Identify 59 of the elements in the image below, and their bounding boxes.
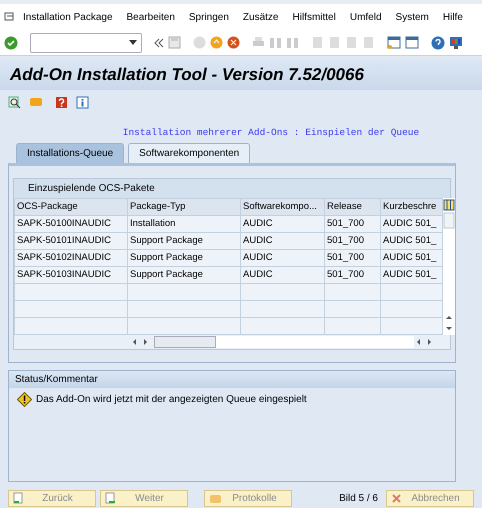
scroll-thumb[interactable] xyxy=(154,336,216,348)
column-header[interactable]: Softwarekompo... xyxy=(240,198,324,216)
status-message: Das Add-On wird jetzt mit der angezeigten Queue eingespielt xyxy=(36,393,307,408)
table-cell: SAPK-50100INAUDIC xyxy=(14,216,128,233)
help-book-icon[interactable] xyxy=(55,96,68,108)
tab[interactable]: Softwarekomponenten xyxy=(128,143,250,164)
subtitle: Installation mehrerer Add-Ons : Einspielen der Queue xyxy=(122,126,420,140)
warning-icon xyxy=(17,392,32,408)
table-cell: AUDIC 501_ xyxy=(380,232,442,250)
menu-item[interactable]: Hilfsmittel xyxy=(292,10,336,24)
table-cell: Installation xyxy=(128,216,240,233)
menu-item[interactable]: Umfeld xyxy=(350,10,382,24)
column-header[interactable]: Kurzbeschre xyxy=(380,198,442,216)
menu-item[interactable]: Hilfe xyxy=(442,10,463,24)
dropdown-icon[interactable] xyxy=(129,40,137,45)
help-icon[interactable] xyxy=(431,36,445,50)
table-cell: 501_700 xyxy=(324,266,380,284)
monitor-icon[interactable] xyxy=(449,36,463,50)
column-header[interactable]: Release xyxy=(324,198,380,216)
menu-item[interactable]: Zusätze xyxy=(242,10,278,24)
table-cell: Support Package xyxy=(128,266,240,284)
double-left-icon[interactable] xyxy=(154,38,164,48)
table-cell: 501_700 xyxy=(324,232,380,250)
info-icon[interactable] xyxy=(76,96,89,108)
table-cell: 501_700 xyxy=(324,250,380,267)
column-header[interactable]: Package-Typ xyxy=(128,198,240,216)
menu-icon[interactable] xyxy=(4,12,15,22)
search-icon[interactable] xyxy=(8,96,21,108)
enter-icon[interactable] xyxy=(4,36,18,50)
table-cell: AUDIC xyxy=(240,232,324,250)
table-cell: AUDIC 501_ xyxy=(380,266,442,284)
scroll-thumb[interactable] xyxy=(443,212,455,230)
table-cell: AUDIC xyxy=(240,250,324,267)
table-cell: SAPK-50101INAUDIC xyxy=(14,232,128,250)
table-cell: AUDIC 501_ xyxy=(380,216,442,233)
tab[interactable]: Installations-Queue xyxy=(16,143,124,164)
column-settings-icon[interactable] xyxy=(443,198,455,212)
step-indicator: Bild 5 / 6 xyxy=(339,492,378,506)
close-icon xyxy=(391,493,402,504)
table-cell: SAPK-50103INAUDIC xyxy=(14,266,128,284)
table-cell: AUDIC 501_ xyxy=(380,250,442,267)
table-cell: 501_700 xyxy=(324,216,380,233)
new-window-icon[interactable] xyxy=(387,36,401,49)
panel-title: Status/Kommentar xyxy=(9,371,455,388)
menu-item[interactable]: Installation Package xyxy=(23,10,113,24)
table-cell: AUDIC xyxy=(240,216,324,233)
table-cell: AUDIC xyxy=(240,266,324,284)
shortcut-icon[interactable] xyxy=(405,36,419,49)
table-cell: Support Package xyxy=(128,250,240,267)
table-title: Einzuspielende OCS-Pakete xyxy=(14,179,450,198)
menu-item[interactable]: System xyxy=(396,10,429,24)
menu-item[interactable]: Springen xyxy=(188,10,229,24)
command-field[interactable] xyxy=(30,32,142,52)
table-cell: Support Package xyxy=(128,232,240,250)
cancel-icon[interactable] xyxy=(227,36,240,49)
table-cell: SAPK-50102INAUDIC xyxy=(14,250,128,267)
menu-item[interactable]: Bearbeiten xyxy=(126,10,175,24)
window-title: Add-On Installation Tool - Version 7.52/0066 xyxy=(10,64,364,86)
column-header[interactable]: OCS-Package xyxy=(14,198,128,216)
